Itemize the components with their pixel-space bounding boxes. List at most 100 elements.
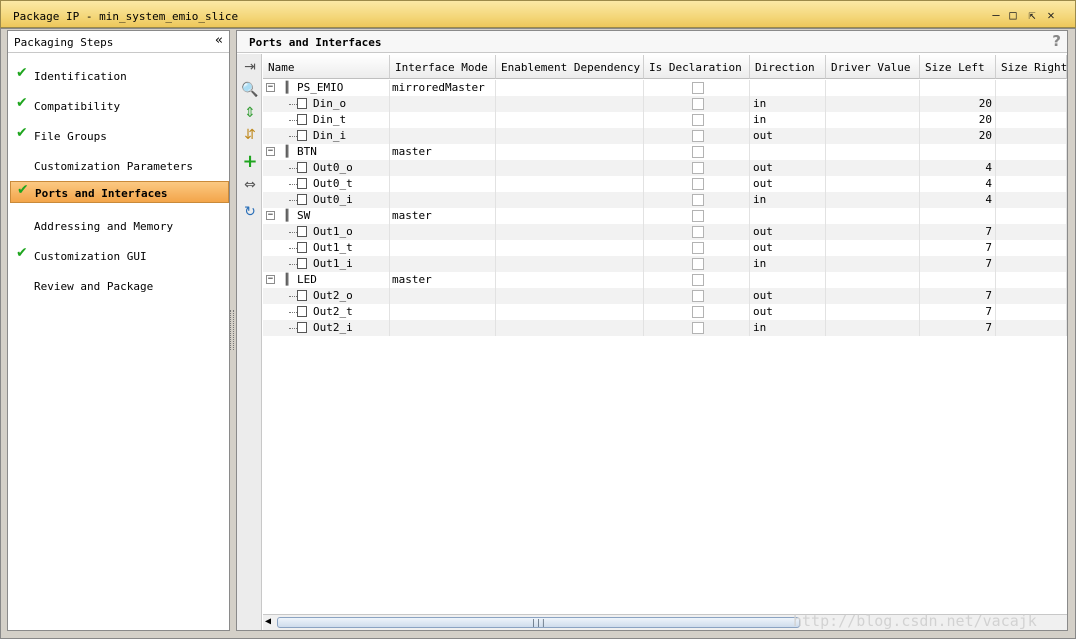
column-header-driver-value[interactable]: Driver Value (826, 55, 920, 79)
tree-toggle-icon[interactable]: − (266, 147, 275, 156)
enablement-cell (496, 240, 644, 256)
table-row[interactable]: − ║ BTN master (263, 144, 1067, 160)
table-row[interactable]: Out1_t out 7 (263, 240, 1067, 256)
step-file-groups[interactable]: ✔ File Groups (10, 125, 229, 147)
declaration-checkbox[interactable] (692, 194, 704, 206)
add-icon[interactable]: + (241, 153, 259, 171)
declaration-checkbox[interactable] (692, 82, 704, 94)
table-row[interactable]: − ║ SW master (263, 208, 1067, 224)
expand-icon[interactable]: ⇕ (241, 104, 259, 122)
declaration-checkbox[interactable] (692, 98, 704, 110)
table-row[interactable]: Out1_o out 7 (263, 224, 1067, 240)
table-row[interactable]: Out0_o out 4 (263, 160, 1067, 176)
collapse-all-icon[interactable]: ⇥ (241, 58, 259, 76)
declaration-checkbox[interactable] (692, 258, 704, 270)
step-compatibility[interactable]: ✔ Compatibility (10, 95, 229, 117)
direction-cell: out (750, 128, 826, 144)
table-row[interactable]: Out1_i in 7 (263, 256, 1067, 272)
step-label: Compatibility (34, 100, 121, 113)
search-icon[interactable]: 🔍 (241, 81, 259, 99)
table-row[interactable]: Din_o in 20 (263, 96, 1067, 112)
collapse-icon[interactable]: ⇵ (241, 126, 259, 144)
declaration-cell (644, 112, 750, 128)
driver-value-cell (826, 208, 920, 224)
interface-mode-cell: master (390, 272, 496, 288)
size-right-cell (996, 240, 1067, 256)
column-header-direction[interactable]: Direction (750, 55, 826, 79)
declaration-checkbox[interactable] (692, 146, 704, 158)
tree-toggle-icon[interactable]: − (266, 275, 275, 284)
help-icon[interactable]: ? (1052, 32, 1061, 50)
table-row[interactable]: Out2_o out 7 (263, 288, 1067, 304)
name-cell: Out0_o (263, 160, 390, 176)
packaging-steps-header: Packaging Steps « (8, 31, 229, 53)
declaration-checkbox[interactable] (692, 130, 704, 142)
enablement-cell (496, 128, 644, 144)
table-row[interactable]: − ║ LED master (263, 272, 1067, 288)
size-right-cell (996, 192, 1067, 208)
table-row[interactable]: Out0_i in 4 (263, 192, 1067, 208)
declaration-checkbox[interactable] (692, 274, 704, 286)
tree-toggle-icon[interactable]: − (266, 211, 275, 220)
watermark: http://blog.csdn.net/vacajk (793, 612, 1037, 630)
declaration-cell (644, 240, 750, 256)
table-row[interactable]: Out2_i in 7 (263, 320, 1067, 336)
step-review-and-package[interactable]: Review and Package (10, 275, 229, 297)
name-cell: − ║ LED (263, 272, 390, 288)
table-row[interactable]: Out2_t out 7 (263, 304, 1067, 320)
size-right-cell (996, 128, 1067, 144)
column-header-size-right[interactable]: Size Right (996, 55, 1067, 79)
size-right-cell (996, 80, 1067, 96)
enablement-cell (496, 144, 644, 160)
restore-icon[interactable]: ⇱ (1025, 8, 1039, 22)
step-ports-and-interfaces[interactable]: ✔ Ports and Interfaces (10, 181, 229, 203)
port-icon (297, 178, 307, 189)
declaration-checkbox[interactable] (692, 322, 704, 334)
declaration-checkbox[interactable] (692, 162, 704, 174)
table-row[interactable]: Out0_t out 4 (263, 176, 1067, 192)
maximize-icon[interactable]: □ (1006, 8, 1020, 22)
table-row[interactable]: Din_i out 20 (263, 128, 1067, 144)
minimize-icon[interactable]: — (989, 8, 1003, 22)
size-left-cell: 20 (920, 96, 996, 112)
merge-icon[interactable]: ⇔ (241, 176, 259, 194)
declaration-checkbox[interactable] (692, 290, 704, 302)
interface-mode-cell (390, 128, 496, 144)
refresh-icon[interactable]: ↻ (241, 203, 259, 221)
driver-value-cell (826, 272, 920, 288)
declaration-cell (644, 176, 750, 192)
declaration-checkbox[interactable] (692, 242, 704, 254)
column-header-enablement-dependency[interactable]: Enablement Dependency (496, 55, 644, 79)
tree-toggle-icon[interactable]: − (266, 83, 275, 92)
column-header-name[interactable]: Name (263, 55, 390, 79)
port-name: Out1_o (313, 225, 353, 238)
column-header-size-left[interactable]: Size Left (920, 55, 996, 79)
scrollbar-thumb[interactable]: ||| (277, 617, 800, 628)
declaration-checkbox[interactable] (692, 210, 704, 222)
column-header-is-declaration[interactable]: Is Declaration (644, 55, 750, 79)
declaration-checkbox[interactable] (692, 114, 704, 126)
declaration-checkbox[interactable] (692, 226, 704, 238)
step-customization-gui[interactable]: ✔ Customization GUI (10, 245, 229, 267)
step-label: Ports and Interfaces (35, 187, 168, 200)
scroll-left-icon[interactable]: ◀ (265, 616, 271, 627)
size-right-cell (996, 224, 1067, 240)
tree-line (289, 184, 297, 185)
size-left-cell (920, 208, 996, 224)
column-header-interface-mode[interactable]: Interface Mode (390, 55, 496, 79)
port-icon (297, 226, 307, 237)
size-left-cell: 7 (920, 224, 996, 240)
step-identification[interactable]: ✔ Identification (10, 65, 229, 87)
close-icon[interactable]: ✕ (1044, 8, 1058, 22)
size-left-cell (920, 272, 996, 288)
declaration-checkbox[interactable] (692, 306, 704, 318)
declaration-cell (644, 288, 750, 304)
step-customization-parameters[interactable]: Customization Parameters (10, 155, 229, 177)
step-addressing-and-memory[interactable]: Addressing and Memory (10, 215, 229, 237)
panel-splitter[interactable] (230, 310, 234, 350)
table-row[interactable]: − ║ PS_EMIO mirroredMaster (263, 80, 1067, 96)
interface-name: SW (297, 209, 311, 222)
table-row[interactable]: Din_t in 20 (263, 112, 1067, 128)
declaration-checkbox[interactable] (692, 178, 704, 190)
collapse-panel-icon[interactable]: « (215, 33, 223, 48)
